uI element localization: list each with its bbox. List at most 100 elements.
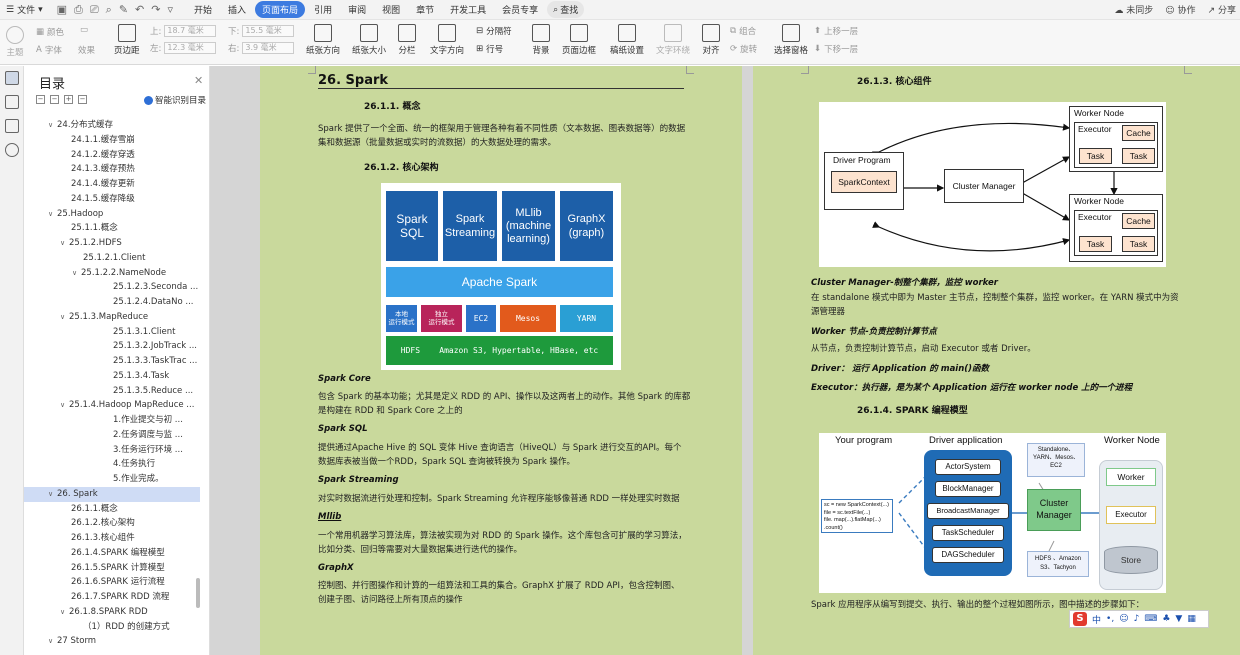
toc-item[interactable]: 26.1.7.SPARK RDD 流程 <box>24 590 200 605</box>
print-icon[interactable]: ⎚ <box>90 3 99 17</box>
toc-item[interactable]: 25.1.1.概念 <box>24 221 200 236</box>
left-margin-input[interactable]: 12.3 毫米 <box>164 42 217 54</box>
toc-item[interactable]: 24.1.5.缓存降级 <box>24 192 200 207</box>
export-icon[interactable]: ⎙ <box>74 3 83 17</box>
paper-size-button[interactable]: 纸张大小 <box>352 24 386 56</box>
toc-item[interactable]: 25.1.3.2.JobTrack ... <box>24 339 200 354</box>
tab-references[interactable]: 引用 <box>307 1 339 18</box>
undo-icon[interactable]: ↶ <box>135 3 144 16</box>
heading-26-1-4[interactable]: 26.1.4. SPARK 编程模型 <box>857 403 968 416</box>
paragraph[interactable]: 控制图、并行图操作和计算的一组算法和工具的集合。GraphX 扩展了 RDD A… <box>318 579 679 594</box>
term-executor[interactable]: Executor：执行器，是为某个 Application 运行在 worker… <box>811 381 1132 393</box>
skin-icon[interactable]: ♣ <box>1162 614 1170 624</box>
keyboard-icon[interactable]: ⌨ <box>1144 614 1157 624</box>
close-icon[interactable]: ✕ <box>194 74 203 87</box>
share-button[interactable]: ↗ 分享 <box>1208 3 1236 16</box>
folder-icon[interactable] <box>5 95 19 109</box>
text-wrap-button[interactable]: 文字环绕 <box>656 24 690 56</box>
line-numbers-button[interactable]: ⊞ 行号 <box>476 43 503 55</box>
align-button[interactable]: 对齐 <box>702 24 720 56</box>
toc-item[interactable]: 4.任务执行 <box>24 457 200 472</box>
tab-member[interactable]: 会员专享 <box>495 1 545 18</box>
heading-26-1-2[interactable]: 26.1.2. 核心架构 <box>364 160 438 173</box>
expand-level-icon[interactable]: − <box>50 95 59 104</box>
paragraph[interactable]: 比如分类、回归等需要对大量数据集进行迭代的操作。 <box>318 543 522 558</box>
fonts-button[interactable]: A 字体 <box>36 44 62 56</box>
effects-button[interactable]: 效果 <box>78 44 95 56</box>
smart-toc-button[interactable]: 智能识别目录 <box>144 94 206 106</box>
toc-item[interactable]: ∨ 25.1.2.HDFS <box>24 236 200 251</box>
text-direction-button[interactable]: 文字方向 <box>430 24 464 56</box>
theme-button[interactable]: 主题 <box>6 26 24 58</box>
toc-item[interactable]: 25.1.3.3.TaskTrac ... <box>24 354 200 369</box>
term-driver[interactable]: Driver： 运行 Application 的 main()函数 <box>811 362 989 374</box>
chevron-down-icon[interactable]: ∨ <box>60 398 69 413</box>
toc-item[interactable]: ∨ 25.Hadoop <box>24 207 200 222</box>
term-mllib[interactable]: Mllib <box>318 512 341 522</box>
toc-item[interactable]: ∨ 25.1.2.2.NameNode <box>24 266 200 281</box>
chevron-down-icon[interactable]: ∨ <box>48 634 57 649</box>
paragraph[interactable]: 提供通过Apache Hive 的 SQL 变体 Hive 查询语言（HiveQ… <box>318 441 681 456</box>
chevron-down-icon[interactable]: ∨ <box>48 118 57 133</box>
toc-panel-icon[interactable] <box>5 71 19 85</box>
toc-item[interactable]: ∨ 26. Spark <box>24 486 200 502</box>
toc-item[interactable]: 26.1.2.核心架构 <box>24 516 200 531</box>
tab-review[interactable]: 审阅 <box>341 1 373 18</box>
cluster-overview-figure[interactable]: Driver Program SparkContext Cluster Mana… <box>819 102 1166 267</box>
margins-button[interactable]: 页边距 <box>114 24 140 56</box>
breaks-button[interactable]: ⊟ 分隔符 <box>476 25 512 37</box>
ime-toolbar[interactable]: S 中 •, ☺ ♪ ⌨ ♣ ▼ ▦ <box>1069 610 1209 628</box>
toc-item[interactable]: ∨ 26.1.8.SPARK RDD <box>24 605 200 620</box>
paragraph[interactable]: 在 standalone 模式中即为 Master 主节点，控制整个集群，监控 … <box>811 291 1179 306</box>
paragraph[interactable]: 包含 Spark 的基本功能；尤其是定义 RDD 的 API、操作以及这两者上的… <box>318 390 690 405</box>
toc-item[interactable]: 25.1.2.1.Client <box>24 251 200 266</box>
print-preview-icon[interactable]: ⌕ <box>106 3 112 17</box>
tab-page-layout[interactable]: 页面布局 <box>255 1 306 18</box>
ime-language[interactable]: 中 <box>1092 613 1101 626</box>
toc-item[interactable]: ∨ 25.1.3.MapReduce <box>24 310 200 325</box>
toc-item[interactable]: 26.1.1.概念 <box>24 502 200 517</box>
file-menu[interactable]: ☰ 文件 ▾ <box>0 3 49 17</box>
remove-heading-icon[interactable]: − <box>78 95 87 104</box>
format-painter-icon[interactable]: ✎ <box>119 3 128 16</box>
tab-sections[interactable]: 章节 <box>409 1 441 18</box>
chevron-down-icon[interactable]: ∨ <box>48 487 57 502</box>
paragraph[interactable]: 创建子图、访问路径上所有顶点的操作 <box>318 593 463 608</box>
term-cluster-manager[interactable]: Cluster Manager-制整个集群，监控 worker <box>811 276 998 288</box>
toc-scrollbar[interactable] <box>196 578 200 608</box>
chevron-down-icon[interactable]: ∨ <box>72 266 81 281</box>
emoji-icon[interactable]: ☺ <box>1119 614 1128 624</box>
paragraph[interactable]: Spark 提供了一个全面、统一的框架用于管理各种有着不同性质（文本数据、图表数… <box>318 122 685 137</box>
paragraph[interactable]: 是构建在 RDD 和 Spark Core 之上的 <box>318 404 463 419</box>
tab-insert[interactable]: 插入 <box>221 1 253 18</box>
paper-setup-button[interactable]: 稿纸设置 <box>610 24 644 56</box>
term-spark-core[interactable]: Spark Core <box>318 374 371 384</box>
toc-item[interactable]: 26.1.4.SPARK 编程模型 <box>24 546 200 561</box>
toc-item[interactable]: 5.作业完成。 <box>24 472 200 487</box>
toc-item[interactable]: 2.任务调度与监 ... <box>24 428 200 443</box>
toc-item[interactable]: 3.任务运行环境 ... <box>24 443 200 458</box>
heading-26-1-1[interactable]: 26.1.1. 概念 <box>364 99 420 112</box>
term-graphx[interactable]: GraphX <box>318 563 354 573</box>
toc-item[interactable]: 26.1.3.核心组件 <box>24 531 200 546</box>
grid-icon[interactable]: ▦ <box>1187 614 1196 624</box>
toc-item[interactable]: ∨ 24.分布式缓存 <box>24 118 200 133</box>
collaborate-button[interactable]: ☺ 协作 <box>1165 3 1195 16</box>
page-border-button[interactable]: 页面边框 <box>562 24 596 56</box>
colors-button[interactable]: ▦ 颜色 <box>36 26 64 38</box>
send-backward-button[interactable]: ⬇ 下移一层 <box>814 43 858 55</box>
sync-button[interactable]: ☁ 未同步 <box>1114 3 1153 16</box>
paragraph[interactable]: 数据库表被当做一个RDD，Spark SQL 查询被转换为 Spark 操作。 <box>318 455 575 470</box>
punctuation-icon[interactable]: •, <box>1106 614 1114 624</box>
toc-item[interactable]: 25.1.3.4.Task <box>24 369 200 384</box>
search-icon[interactable] <box>5 143 19 157</box>
add-heading-icon[interactable]: + <box>64 95 73 104</box>
toc-item[interactable]: 25.1.2.4.DataNo ... <box>24 295 200 310</box>
background-button[interactable]: 背景 <box>532 24 550 56</box>
collapse-all-icon[interactable]: − <box>36 95 45 104</box>
toc-item[interactable]: 25.1.3.5.Reduce ... <box>24 384 200 399</box>
toc-item[interactable]: ∨ 25.1.4.Hadoop MapReduce ... <box>24 398 200 413</box>
toc-item[interactable]: （1）RDD 的创建方式 <box>24 620 200 635</box>
toc-item[interactable]: 25.1.2.3.Seconda ... <box>24 280 200 295</box>
group-button[interactable]: ⧉ 组合 <box>730 25 756 37</box>
